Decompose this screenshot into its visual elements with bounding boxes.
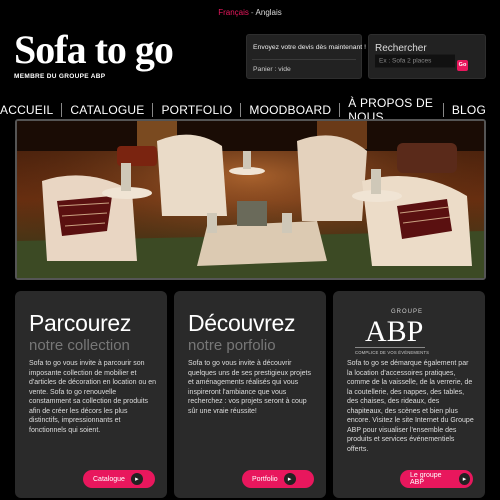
nav-item-portfolio[interactable]: PORTFOLIO [161,103,232,117]
hero-banner-image [15,119,486,280]
card-body: Sofa to go vous invite à parcourir son i… [29,360,157,434]
card-collection: Parcourez notre collection Sofa to go vo… [15,291,167,498]
card-groupe-abp: GROUPE ABP COMPLICE DE VOS ÉVÉNEMENTS So… [333,291,485,498]
card-body: Sofa to go se démarque également par la … [347,360,474,453]
search-go-button[interactable]: Go [457,60,468,71]
card-subtitle: notre porfolio [188,337,276,354]
nav-divider [152,103,154,117]
arrow-right-icon: ▸ [283,473,296,485]
nav-item-accueil[interactable]: ACCUEIL [0,103,53,117]
lang-french-link[interactable]: Français [218,8,249,17]
logo-title[interactable]: Sofa to go [14,30,174,70]
search-input[interactable] [375,54,455,68]
button-label: Catalogue [93,475,125,483]
card-title: Découvrez [188,310,296,336]
card-title: Parcourez [29,310,132,336]
nav-item-catalogue[interactable]: CATALOGUE [70,103,144,117]
nav-divider [240,103,242,117]
abp-logo-text: ABP [365,315,424,348]
lang-separator: - [250,8,254,17]
groupe-abp-button[interactable]: Le groupe ABP ▸ [400,470,473,488]
arrow-right-icon: ▸ [459,473,470,485]
card-body: Sofa to go vous invite à découvrir quelq… [188,360,311,415]
language-switcher: Français - Anglais [0,8,500,17]
card-subtitle: notre collection [29,337,130,354]
abp-logo-line [355,347,425,348]
button-label: Le groupe ABP [410,472,442,486]
nav-divider [61,103,63,117]
site-logo[interactable]: Sofa to go MEMBRE DU GROUPE ABP [14,30,174,81]
lang-english-link[interactable]: Anglais [256,8,282,17]
cart-status[interactable]: Panier : vide [253,66,291,73]
card-portfolio: Découvrez notre porfolio Sofa to go vous… [174,291,326,498]
quote-cart-box: Envoyez votre devis dès maintenant ! Pan… [246,34,366,79]
nav-divider [443,103,444,117]
cart-divider [252,59,356,60]
lounge-furniture-image [17,121,484,278]
logo-subtitle: MEMBRE DU GROUPE ABP [14,73,106,80]
main-nav: ACCUEIL CATALOGUE PORTFOLIO MOODBOARD À … [0,96,500,124]
portfolio-button[interactable]: Portfolio ▸ [242,470,314,488]
button-label: Portfolio [252,475,278,483]
send-quote-link[interactable]: Envoyez votre devis dès maintenant ! [253,44,366,51]
nav-item-moodboard[interactable]: MOODBOARD [249,103,331,117]
catalogue-button[interactable]: Catalogue ▸ [83,470,155,488]
search-label: Rechercher [375,43,427,54]
arrow-right-icon: ▸ [130,473,143,485]
abp-logo-tagline: COMPLICE DE VOS ÉVÉNEMENTS [355,350,430,355]
nav-item-blog[interactable]: BLOG [452,103,486,117]
search-box: Rechercher Go [368,34,486,79]
nav-divider [339,103,341,117]
abp-logo: GROUPE ABP COMPLICE DE VOS ÉVÉNEMENTS [347,309,430,357]
